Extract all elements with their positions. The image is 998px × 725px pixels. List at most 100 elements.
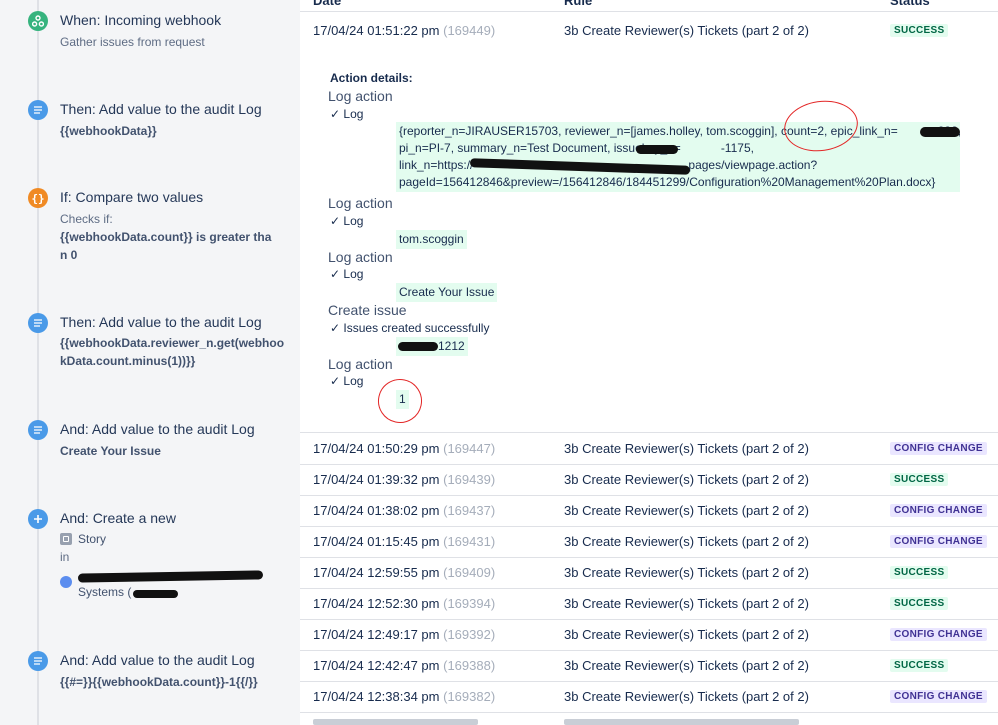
status-badge: SUCCESS [890,659,949,672]
step-title: Then: Add value to the audit Log [60,314,262,330]
check-text: Log [343,107,364,121]
row-date-text: 17/04/24 01:50:29 pm [313,441,440,456]
row-date: 17/04/24 12:38:34 pm (169382) [313,689,495,704]
row-date: 17/04/24 12:52:30 pm (169394) [313,596,495,611]
action-check: ✓ Log [330,214,363,228]
table-row[interactable]: 17/04/24 12:49:17 pm (169392) 3b Create R… [300,619,998,651]
annotation-circle-result [373,374,427,428]
action-check: ✓ Log [330,267,363,281]
row-rule: 3b Create Reviewer(s) Tickets (part 2 of… [564,596,809,611]
status-badge: SUCCESS [890,597,949,610]
row-date-text: 17/04/24 12:49:17 pm [313,627,440,642]
partial-row-rule [564,719,799,725]
row-id: (169382) [443,689,496,704]
in-label: in [60,550,70,564]
row-date-text: 17/04/24 12:38:34 pm [313,689,440,704]
redaction-mark [77,570,264,583]
row-id: (169394) [443,596,496,611]
row-rule: 3b Create Reviewer(s) Tickets (part 2 of… [564,565,809,580]
table-row-partial[interactable] [300,712,998,725]
row-rule: 3b Create Reviewer(s) Tickets (part 2 of… [564,23,809,38]
row-date-text: 17/04/24 01:15:45 pm [313,534,440,549]
step-title: If: Compare two values [60,189,204,205]
row-rule: 3b Create Reviewer(s) Tickets (part 2 of… [564,627,809,642]
table-row[interactable]: 17/04/24 12:38:34 pm (169382) 3b Create R… [300,681,998,713]
status-badge: SUCCESS [890,566,949,579]
action-check: ✓ Issues created successfully [330,321,489,335]
row-rule: 3b Create Reviewer(s) Tickets (part 2 of… [564,534,809,549]
issue-type-label: Story [78,532,107,546]
action-label: Log action [328,356,393,372]
action-label: Log action [328,88,393,104]
status-badge: CONFIG CHANGE [890,535,987,548]
table-row[interactable]: 17/04/24 12:42:47 pm (169388) 3b Create R… [300,650,998,682]
redaction-mark [920,127,960,137]
audit-log-panel: Date Rule Status 17/04/24 01:51:22 pm (1… [300,0,998,725]
row-date: 17/04/24 01:15:45 pm (169431) [313,534,495,549]
row-date-text: 17/04/24 01:39:32 pm [313,472,440,487]
story-type-icon [60,533,72,545]
status-badge: CONFIG CHANGE [890,690,987,703]
table-row[interactable]: 17/04/24 12:59:55 pm (169409) 3b Create R… [300,557,998,589]
step-title: And: Create a new [60,510,176,526]
column-header-status[interactable]: Status [890,0,930,8]
status-badge: CONFIG CHANGE [890,442,987,455]
log-value-reviewer: tom.scoggin [396,230,467,249]
step-code: Create Your Issue [60,444,161,458]
table-row[interactable]: 17/04/24 01:39:32 pm (169439) 3b Create R… [300,464,998,496]
row-id: (169437) [443,503,496,518]
row-date: 17/04/24 01:50:29 pm (169447) [313,441,495,456]
checkmark-icon: ✓ [330,214,341,228]
row-rule: 3b Create Reviewer(s) Tickets (part 2 of… [564,658,809,673]
row-id: (169431) [443,534,496,549]
rule-steps-panel: When: Incoming webhook Gather issues fro… [0,0,300,725]
step-code: {{webhookData.reviewer_n.get(webhookData… [60,336,285,368]
row-date-text: 17/04/24 12:52:30 pm [313,596,440,611]
status-badge: SUCCESS [890,473,949,486]
check-text: Log [343,267,364,281]
redaction-mark [636,145,678,154]
project-name: Systems ( [78,585,132,599]
row-rule: 3b Create Reviewer(s) Tickets (part 2 of… [564,472,809,487]
step-subtitle: Gather issues from request [60,35,205,49]
action-label: Log action [328,249,393,265]
condition-icon: {} [28,188,48,208]
log-icon [28,651,48,671]
webhook-icon [28,11,48,31]
action-details-title: Action details: [330,71,413,85]
row-rule: 3b Create Reviewer(s) Tickets (part 2 of… [564,441,809,456]
row-id: (169439) [443,472,496,487]
table-row-expanded[interactable]: 17/04/24 01:51:22 pm (169449) 3b Create … [300,12,998,48]
status-badge: SUCCESS [890,24,949,37]
log-value-create-issue-text: Create Your Issue [396,283,498,302]
checkmark-icon: ✓ [330,107,341,121]
log-icon [28,313,48,333]
checkmark-icon: ✓ [330,321,341,335]
log-value-line2-end: -1175, [720,141,754,155]
row-id: (169449) [443,23,496,38]
row-date: 17/04/24 12:49:17 pm (169392) [313,627,495,642]
table-row[interactable]: 17/04/24 12:52:30 pm (169394) 3b Create R… [300,588,998,620]
checkmark-icon: ✓ [330,267,341,281]
step-title: When: Incoming webhook [60,12,222,28]
table-row[interactable]: 17/04/24 01:50:29 pm (169447) 3b Create R… [300,433,998,465]
check-text: Log [343,214,364,228]
project-avatar-icon [60,576,72,588]
row-date: 17/04/24 01:51:22 pm (169449) [313,23,495,38]
step-code: {{#=}}{{webhookData.count}}-1{{/}} [60,675,258,689]
row-rule: 3b Create Reviewer(s) Tickets (part 2 of… [564,689,809,704]
step-title: Then: Add value to the audit Log [60,101,262,117]
row-date: 17/04/24 12:42:47 pm (169388) [313,658,495,673]
column-header-date[interactable]: Date [313,0,341,8]
action-label: Create issue [328,302,407,318]
row-date: 17/04/24 01:39:32 pm (169439) [313,472,495,487]
step-code: {{webhookData.count}} is greater than 0 [60,230,272,262]
column-header-rule[interactable]: Rule [564,0,592,8]
step-code: {{webhookData}} [60,124,157,138]
row-date: 17/04/24 01:38:02 pm (169437) [313,503,495,518]
row-id: (169392) [443,627,496,642]
table-row[interactable]: 17/04/24 01:38:02 pm (169437) 3b Create R… [300,495,998,527]
table-row[interactable]: 17/04/24 01:15:45 pm (169431) 3b Create R… [300,526,998,558]
check-text: Log [343,374,364,388]
redaction-mark [398,342,438,351]
